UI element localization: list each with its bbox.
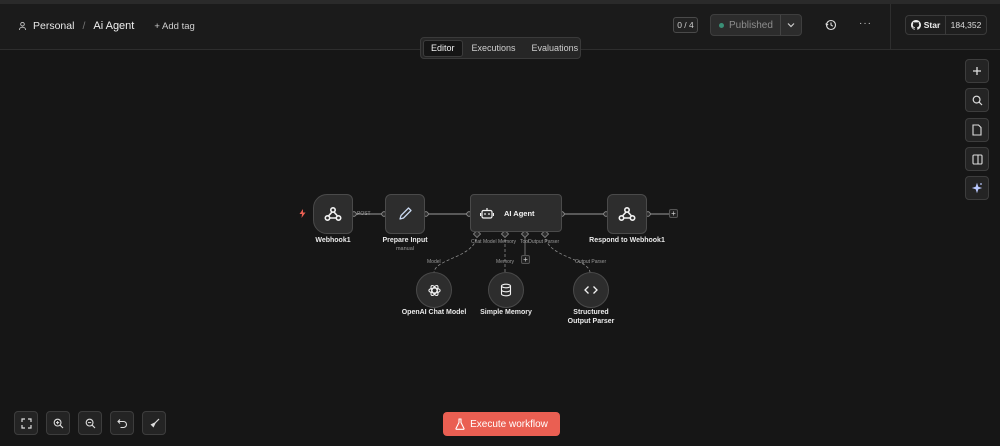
add-tool-button[interactable]: + (521, 255, 530, 264)
sticky-note-button[interactable] (965, 118, 989, 142)
port-output-parser-label: Output Parser (528, 239, 560, 245)
zoom-in-button[interactable] (46, 411, 70, 435)
undo-icon (116, 418, 127, 428)
node-webhook[interactable] (313, 194, 353, 234)
node-ai-agent[interactable]: AI Agent (470, 194, 562, 232)
fit-view-button[interactable] (14, 411, 38, 435)
node-prepare-input-sublabel: manual (395, 246, 415, 252)
openai-icon (427, 284, 441, 296)
ai-assistant-button[interactable] (965, 176, 989, 200)
zoom-out-icon (85, 418, 95, 428)
webhook-icon (618, 206, 636, 222)
node-respond-webhook-label: Respond to Webhook1 (589, 237, 665, 244)
node-structured-output-parser[interactable] (573, 272, 609, 308)
webhook-port-label: POST (357, 211, 371, 217)
panel-icon (971, 153, 983, 165)
search-icon (972, 95, 982, 105)
edge-memory-label: Memory (496, 259, 515, 265)
robot-icon (480, 208, 494, 219)
port-memory-label: Memory (498, 239, 517, 245)
panel-toggle-button[interactable] (965, 147, 989, 171)
search-nodes-button[interactable] (965, 88, 989, 112)
undo-button[interactable] (110, 411, 134, 435)
plus-icon (973, 67, 981, 75)
node-ai-agent-label: AI Agent (504, 208, 535, 218)
execute-workflow-label: Execute workflow (470, 418, 548, 430)
pencil-icon (399, 207, 412, 220)
node-respond-webhook[interactable] (607, 194, 647, 234)
webhook-icon (324, 206, 342, 222)
edge-output-parser-label: Output Parser (575, 259, 607, 265)
node-simple-memory[interactable] (488, 272, 524, 308)
node-openai-chat-model[interactable] (416, 272, 452, 308)
node-prepare-input[interactable] (385, 194, 425, 234)
tidy-up-button[interactable] (142, 411, 166, 435)
add-node-button[interactable]: + (669, 209, 678, 218)
port-chat-model-label: Chat Model (471, 239, 497, 245)
edge-model-label: Model (427, 259, 441, 265)
node-structured-output-parser-label: Structured Output Parser (567, 309, 615, 325)
database-icon (500, 283, 512, 297)
zoom-in-icon (53, 418, 63, 428)
node-prepare-input-label: Prepare Input (382, 237, 428, 244)
trigger-bolt-icon (299, 209, 306, 218)
add-node-tool-button[interactable] (965, 59, 989, 83)
zoom-out-button[interactable] (78, 411, 102, 435)
sparkle-icon (971, 182, 983, 194)
note-icon (972, 124, 982, 136)
flask-icon (455, 418, 465, 430)
code-icon (584, 286, 598, 294)
fit-view-icon (20, 417, 32, 429)
broom-icon (150, 418, 159, 427)
execute-workflow-button[interactable]: Execute workflow (443, 412, 560, 436)
